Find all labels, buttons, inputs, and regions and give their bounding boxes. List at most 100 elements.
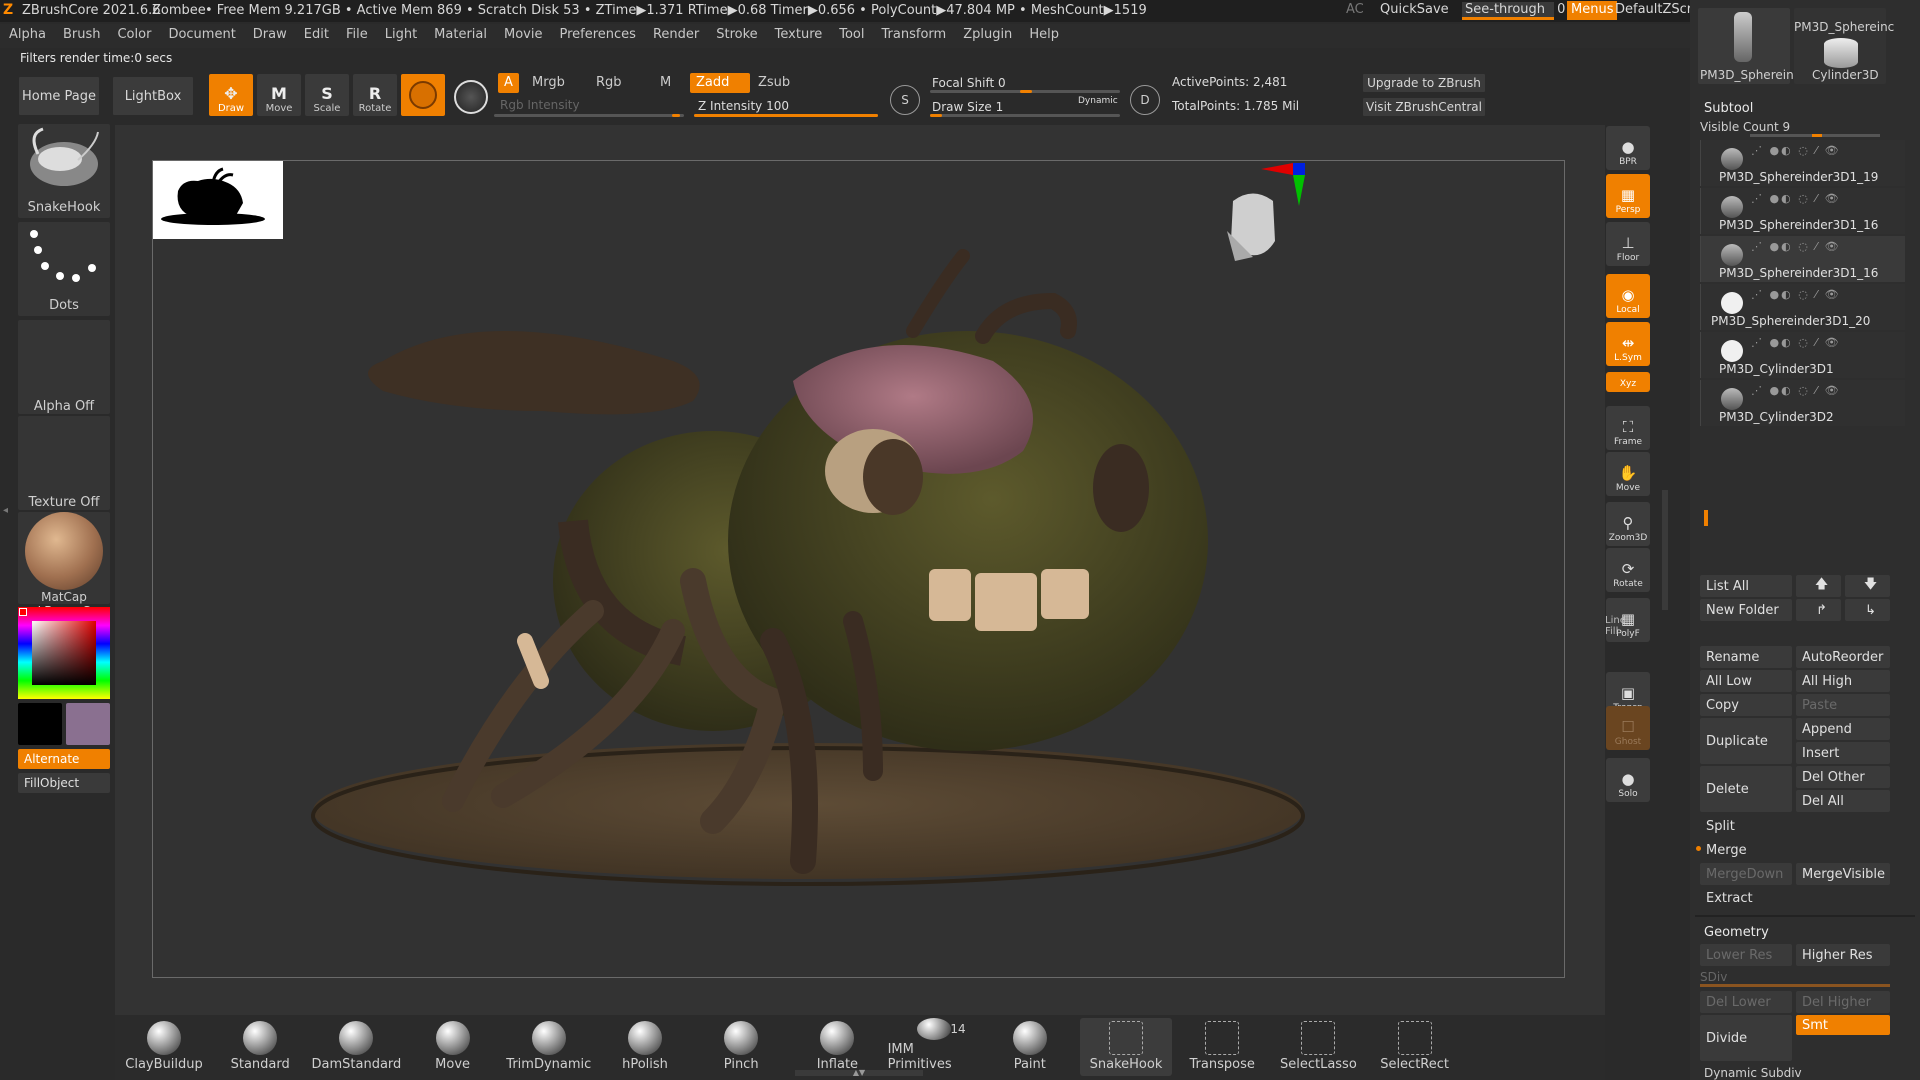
left-scroll-handle[interactable]: ◂: [3, 505, 9, 595]
rshelf-persp-button[interactable]: ▦ Persp: [1606, 174, 1650, 218]
subtool-thumb-1[interactable]: PM3D_Sphereinc: [1698, 8, 1800, 84]
subtool-item[interactable]: ⋰ ●◐ ◌ ⁄ 👁 PM3D_Sphereinder3D1_20: [1700, 284, 1905, 330]
mrgb-button[interactable]: Mrgb: [526, 73, 571, 93]
menu-draw[interactable]: Draw: [244, 24, 295, 42]
brush-standard-button[interactable]: Standard: [214, 1018, 306, 1076]
menu-material[interactable]: Material: [425, 24, 495, 42]
brush-hpolish-button[interactable]: hPolish: [599, 1018, 691, 1076]
fillobject-button[interactable]: FillObject: [18, 773, 110, 793]
zsub-button[interactable]: Zsub: [752, 73, 796, 93]
sym-d-icon[interactable]: D: [1130, 85, 1160, 115]
brush-move-button[interactable]: Move: [407, 1018, 499, 1076]
move-tool-button[interactable]: M Move: [257, 74, 301, 116]
subtool-item[interactable]: ⋰ ●◐ ◌ ⁄ 👁 PM3D_Sphereinder3D1_19: [1700, 140, 1905, 186]
menu-brush[interactable]: Brush: [54, 24, 109, 42]
brush-selectrect-button[interactable]: SelectRect: [1369, 1018, 1461, 1076]
merge-button[interactable]: Merge: [1700, 839, 1890, 861]
all-high-button[interactable]: All High: [1796, 670, 1890, 692]
rshelf-frame-button[interactable]: ⛶ Frame: [1606, 406, 1650, 450]
rshelf-xyz-button[interactable]: Xyz: [1606, 372, 1650, 392]
a-button[interactable]: A: [498, 73, 519, 93]
brush-claybuildup-button[interactable]: ClayBuildup: [118, 1018, 210, 1076]
visibility-toggles-icon[interactable]: ⋰ ●◐ ◌ ⁄ 👁: [1751, 144, 1841, 157]
rshelf-bpr-button[interactable]: ● BPR: [1606, 126, 1650, 170]
subtool-item[interactable]: ⋰ ●◐ ◌ ⁄ 👁 PM3D_Cylinder3D2: [1700, 380, 1905, 426]
sdiv-slider[interactable]: [1700, 984, 1890, 987]
quicksave-button[interactable]: QuickSave: [1380, 2, 1449, 17]
lightbox-button[interactable]: LightBox: [112, 76, 194, 116]
brush-slot[interactable]: SnakeHook: [18, 124, 110, 218]
dynamic-subdiv-title[interactable]: Dynamic Subdiv: [1704, 1066, 1802, 1080]
visibility-toggles-icon[interactable]: ⋰ ●◐ ◌ ⁄ 👁: [1751, 240, 1841, 253]
stroke-slot[interactable]: Dots: [18, 222, 110, 316]
visibility-toggles-icon[interactable]: ⋰ ●◐ ◌ ⁄ 👁: [1751, 384, 1841, 397]
rshelf-move-button[interactable]: ✋ Move: [1606, 452, 1650, 496]
tray-handle[interactable]: ▲▼: [795, 1069, 923, 1077]
ac-label[interactable]: AC: [1346, 2, 1364, 17]
rshelf-zoom3d-button[interactable]: ⚲ Zoom3D: [1606, 502, 1650, 546]
visibility-toggles-icon[interactable]: ⋰ ●◐ ◌ ⁄ 👁: [1751, 192, 1841, 205]
alpha-slot[interactable]: Alpha Off: [18, 320, 110, 414]
rshelf-floor-button[interactable]: ⊥ Floor: [1606, 222, 1650, 266]
brush-paint-button[interactable]: Paint: [984, 1018, 1076, 1076]
primary-color-swatch[interactable]: [18, 703, 62, 745]
folder-out-icon[interactable]: ↳: [1845, 599, 1890, 621]
menu-stroke[interactable]: Stroke: [707, 24, 765, 42]
zombee-model[interactable]: [153, 161, 1565, 978]
menu-document[interactable]: Document: [159, 24, 243, 42]
rename-button[interactable]: Rename: [1700, 646, 1792, 668]
secondary-color-swatch[interactable]: [66, 703, 110, 745]
split-button[interactable]: Split: [1700, 815, 1890, 837]
rotate-tool-button[interactable]: R Rotate: [353, 74, 397, 116]
brush-trimdynamic-button[interactable]: TrimDynamic: [503, 1018, 595, 1076]
rgb-intensity-slider[interactable]: [494, 114, 684, 117]
higher-res-button[interactable]: Higher Res: [1796, 944, 1890, 966]
see-through-slider[interactable]: See-through 0: [1462, 2, 1565, 20]
delete-button[interactable]: Delete: [1700, 766, 1792, 812]
menu-render[interactable]: Render: [644, 24, 707, 42]
autoreorder-button[interactable]: AutoReorder: [1796, 646, 1890, 668]
focal-shift-slider[interactable]: [930, 90, 1120, 93]
zadd-button[interactable]: Zadd: [690, 73, 750, 93]
rshelf-l-sym-button[interactable]: ⇹ L.Sym: [1606, 322, 1650, 366]
menu-texture[interactable]: Texture: [766, 24, 831, 42]
brush-imm-primitives-button[interactable]: IMM Primitives 14: [888, 1018, 980, 1076]
subtool-item[interactable]: ⋰ ●◐ ◌ ⁄ 👁 PM3D_Sphereinder3D1_16: [1700, 236, 1905, 282]
menu-alpha[interactable]: Alpha: [0, 24, 54, 42]
rshelf-rotate-button[interactable]: ⟳ Rotate: [1606, 548, 1650, 592]
new-folder-button[interactable]: New Folder: [1700, 599, 1792, 621]
menu-light[interactable]: Light: [376, 24, 425, 42]
menu-color[interactable]: Color: [108, 24, 159, 42]
draw-size-slider[interactable]: [930, 114, 1120, 117]
list-all-button[interactable]: List All: [1700, 575, 1792, 597]
visible-count-slider[interactable]: [1750, 134, 1880, 137]
geometry-title[interactable]: Geometry: [1704, 925, 1769, 940]
menu-preferences[interactable]: Preferences: [550, 24, 643, 42]
lower-res-button[interactable]: Lower Res: [1700, 944, 1792, 966]
brush-transpose-button[interactable]: Transpose: [1176, 1018, 1268, 1076]
brush-inflate-button[interactable]: Inflate: [791, 1018, 883, 1076]
move-up-icon[interactable]: 🡅: [1796, 575, 1841, 597]
rshelf-ghost-button[interactable]: ☐ Ghost: [1606, 706, 1650, 750]
menu-help[interactable]: Help: [1020, 24, 1067, 42]
del-other-button[interactable]: Del Other: [1796, 766, 1890, 788]
menu-edit[interactable]: Edit: [295, 24, 337, 42]
all-low-button[interactable]: All Low: [1700, 670, 1792, 692]
del-all-button[interactable]: Del All: [1796, 790, 1890, 812]
material-sphere-icon[interactable]: [454, 80, 488, 114]
folder-in-icon[interactable]: ↱: [1796, 599, 1841, 621]
sym-s-icon[interactable]: S: [890, 85, 920, 115]
saturation-square[interactable]: [32, 621, 96, 685]
append-button[interactable]: Append: [1796, 718, 1890, 740]
insert-button[interactable]: Insert: [1796, 742, 1890, 764]
visit-zbrushcentral-button[interactable]: Visit ZBrushCentral: [1362, 97, 1486, 117]
menu-tool[interactable]: Tool: [830, 24, 872, 42]
right-scrollbar[interactable]: [1662, 490, 1668, 610]
del-lower-button[interactable]: Del Lower: [1700, 991, 1792, 1013]
alternate-button[interactable]: Alternate: [18, 749, 110, 769]
rshelf-solo-button[interactable]: ● Solo: [1606, 758, 1650, 802]
menus-button[interactable]: Menus: [1567, 1, 1618, 20]
visibility-toggles-icon[interactable]: ⋰ ●◐ ◌ ⁄ 👁: [1751, 288, 1841, 301]
subtool-title[interactable]: Subtool: [1704, 101, 1753, 116]
material-slot[interactable]: MatCap LBrownC: [18, 512, 110, 618]
